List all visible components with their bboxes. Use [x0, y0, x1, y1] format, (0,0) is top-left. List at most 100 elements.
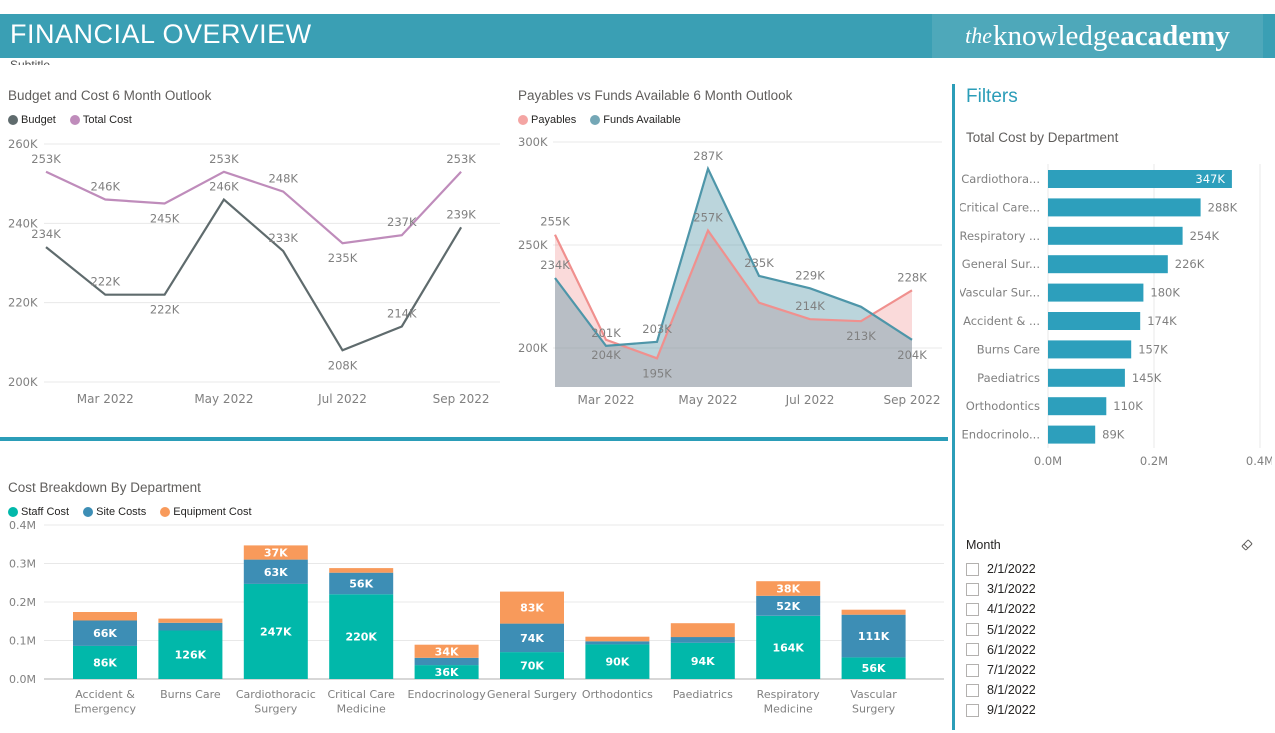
svg-text:287K: 287K: [693, 149, 723, 163]
month-checkbox-row[interactable]: 2/1/2022: [966, 559, 1262, 579]
month-checkbox-row[interactable]: 5/1/2022: [966, 620, 1262, 640]
svg-text:246K: 246K: [91, 180, 121, 194]
svg-text:203K: 203K: [642, 322, 672, 336]
svg-text:74K: 74K: [520, 632, 544, 645]
budget-cost-plot[interactable]: 260K240K220K200KMar 2022May 2022Jul 2022…: [8, 130, 512, 417]
svg-text:56K: 56K: [349, 578, 373, 591]
svg-text:Critical Care...: Critical Care...: [960, 200, 1040, 214]
svg-text:Endocrinology: Endocrinology: [407, 688, 486, 701]
svg-text:110K: 110K: [1113, 399, 1143, 413]
svg-text:0.0M: 0.0M: [1034, 454, 1062, 468]
svg-text:253K: 253K: [446, 152, 476, 166]
month-checkbox-row[interactable]: 9/1/2022: [966, 700, 1262, 720]
svg-text:Accident &: Accident &: [75, 688, 135, 701]
svg-text:Sep 2022: Sep 2022: [884, 393, 941, 407]
legend-item[interactable]: Payables: [518, 114, 576, 126]
payables-funds-chart-title: Payables vs Funds Available 6 Month Outl…: [518, 88, 952, 103]
svg-text:300K: 300K: [518, 135, 548, 149]
svg-text:126K: 126K: [175, 649, 207, 662]
svg-text:213K: 213K: [846, 329, 876, 343]
payables-funds-plot[interactable]: 300K250K200KMar 2022May 2022Jul 2022Sep …: [518, 130, 952, 417]
legend-item[interactable]: Staff Cost: [8, 506, 69, 518]
svg-text:Orthodontics: Orthodontics: [966, 399, 1040, 413]
svg-text:248K: 248K: [268, 172, 298, 186]
svg-text:94K: 94K: [691, 655, 715, 668]
svg-text:0.2M: 0.2M: [9, 596, 36, 609]
svg-text:255K: 255K: [540, 215, 570, 229]
month-checkbox[interactable]: [966, 643, 979, 656]
svg-text:Burns Care: Burns Care: [160, 688, 221, 701]
month-checkbox-row[interactable]: 3/1/2022: [966, 579, 1262, 599]
svg-text:86K: 86K: [93, 656, 117, 669]
knowledge-academy-logo: theknowledgeacademy: [932, 14, 1263, 58]
svg-text:Medicine: Medicine: [764, 703, 813, 716]
legend-item[interactable]: Site Costs: [83, 506, 146, 518]
svg-text:Jul 2022: Jul 2022: [317, 392, 367, 406]
logo-the: the: [965, 23, 992, 49]
month-checkbox[interactable]: [966, 684, 979, 697]
month-checkbox-row[interactable]: 8/1/2022: [966, 680, 1262, 700]
svg-text:90K: 90K: [605, 656, 629, 669]
header-bar: FINANCIAL OVERVIEW theknowledgeacademy: [0, 14, 1275, 58]
svg-text:70K: 70K: [520, 660, 544, 673]
svg-text:233K: 233K: [268, 231, 298, 245]
svg-text:204K: 204K: [897, 348, 927, 362]
legend-item[interactable]: Equipment Cost: [160, 506, 251, 518]
svg-text:234K: 234K: [540, 258, 570, 272]
logo-academy: academy: [1120, 20, 1230, 53]
svg-text:Jul 2022: Jul 2022: [785, 393, 835, 407]
svg-text:0.2M: 0.2M: [1140, 454, 1168, 468]
cost-breakdown-plot[interactable]: 0.4M0.3M0.2M0.1M0.0M86K66KAccident &Emer…: [8, 518, 948, 733]
svg-text:226K: 226K: [1175, 257, 1205, 271]
legend-label: Payables: [531, 114, 576, 126]
payables-funds-chart: Payables vs Funds Available 6 Month Outl…: [518, 88, 952, 428]
svg-text:34K: 34K: [435, 645, 459, 658]
month-checkbox[interactable]: [966, 704, 979, 717]
legend-label: Budget: [21, 114, 56, 126]
svg-text:Medicine: Medicine: [337, 703, 386, 716]
cost-breakdown-chart-title: Cost Breakdown By Department: [8, 480, 948, 495]
total-cost-chart-title: Total Cost by Department: [966, 130, 1118, 145]
svg-text:Mar 2022: Mar 2022: [77, 392, 134, 406]
svg-text:195K: 195K: [642, 366, 672, 380]
month-checkbox-row[interactable]: 4/1/2022: [966, 599, 1262, 619]
month-checkbox-row[interactable]: 6/1/2022: [966, 640, 1262, 660]
svg-text:Vascular Sur...: Vascular Sur...: [960, 286, 1040, 300]
legend-dot: [83, 507, 93, 517]
month-checkbox[interactable]: [966, 583, 979, 596]
total-cost-by-department-plot[interactable]: 0.0M0.2M0.4MCardiothora...347KCritical C…: [960, 148, 1272, 477]
svg-text:0.1M: 0.1M: [9, 635, 36, 648]
svg-text:214K: 214K: [387, 306, 417, 320]
svg-text:247K: 247K: [260, 625, 292, 638]
month-checkbox[interactable]: [966, 664, 979, 677]
legend-item[interactable]: Total Cost: [70, 114, 132, 126]
svg-text:Respiratory: Respiratory: [757, 688, 821, 701]
legend-label: Staff Cost: [21, 506, 69, 518]
legend-dot: [160, 507, 170, 517]
legend-item[interactable]: Funds Available: [590, 114, 680, 126]
svg-text:229K: 229K: [795, 268, 825, 282]
legend-item[interactable]: Budget: [8, 114, 56, 126]
eraser-icon[interactable]: [1240, 538, 1254, 552]
svg-text:37K: 37K: [264, 547, 288, 560]
month-option-label: 7/1/2022: [987, 663, 1036, 677]
svg-text:Orthodontics: Orthodontics: [582, 688, 653, 701]
svg-text:257K: 257K: [693, 211, 723, 225]
svg-text:83K: 83K: [520, 602, 544, 615]
legend-label: Funds Available: [603, 114, 680, 126]
cost-breakdown-chart: Cost Breakdown By Department Staff CostS…: [8, 480, 948, 730]
month-checkbox[interactable]: [966, 603, 979, 616]
cost-breakdown-legend: Staff Cost Site Costs Equipment Cost: [8, 506, 948, 518]
svg-text:Cardiothoracic: Cardiothoracic: [236, 688, 316, 701]
month-slicer: Month 2/1/20223/1/20224/1/20225/1/20226/…: [966, 538, 1262, 721]
horizontal-divider: [0, 437, 948, 441]
svg-text:220K: 220K: [345, 631, 377, 644]
month-checkbox[interactable]: [966, 623, 979, 636]
month-option-label: 2/1/2022: [987, 562, 1036, 576]
month-checkbox-row[interactable]: 7/1/2022: [966, 660, 1262, 680]
month-checkbox[interactable]: [966, 563, 979, 576]
svg-text:66K: 66K: [93, 627, 117, 640]
budget-cost-legend: Budget Total Cost: [8, 114, 512, 126]
legend-dot: [590, 115, 600, 125]
svg-text:220K: 220K: [8, 296, 38, 310]
